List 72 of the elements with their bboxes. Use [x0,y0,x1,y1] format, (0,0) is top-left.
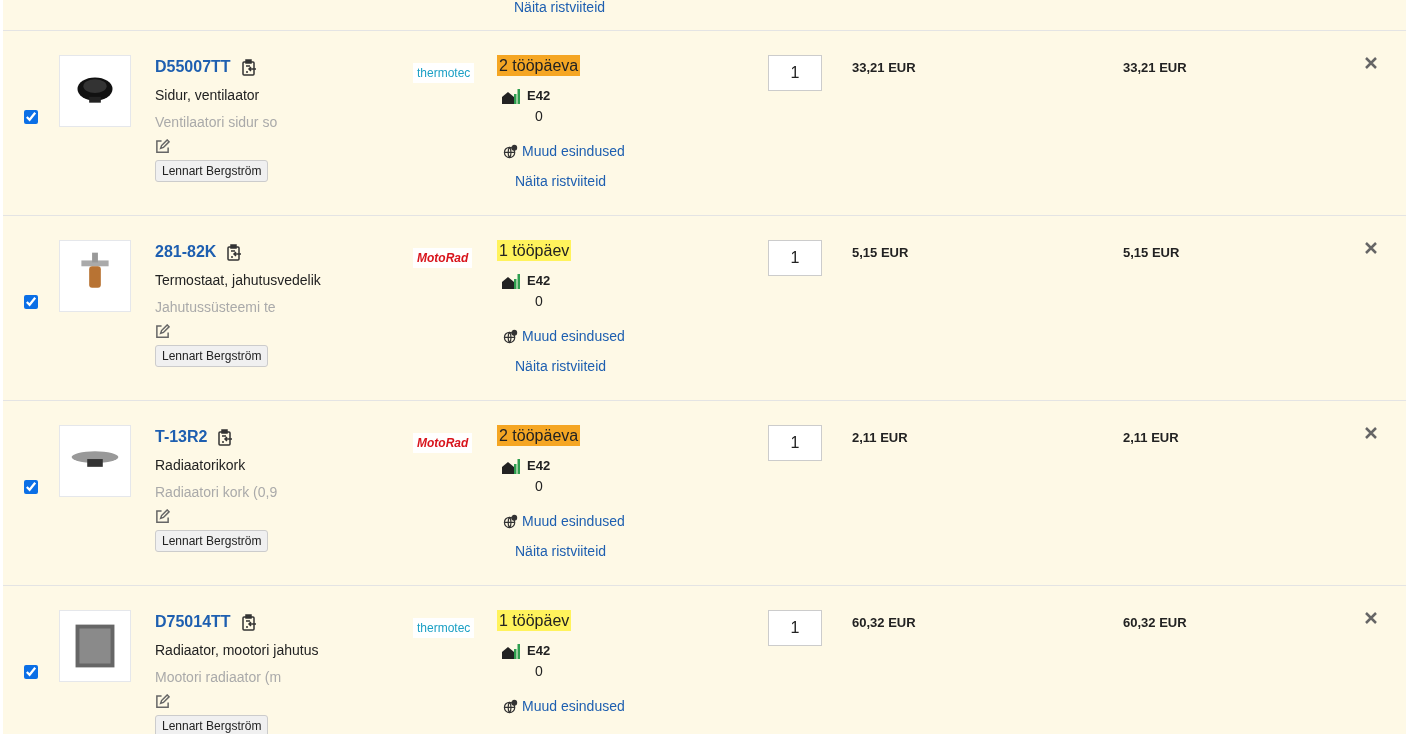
total-price: 33,21 EUR [1123,59,1188,77]
delivery-time-badge: 2 tööpäeva [497,425,581,446]
cross-reference-link[interactable]: Näita ristviiteid [515,540,607,562]
user-tag: Lennart Bergström [155,715,269,734]
quantity-field[interactable]: 1 [768,240,822,276]
total-price: 60,32 EUR [1123,614,1188,632]
cross-reference-link[interactable]: Näita ristviiteid [515,170,607,192]
warehouse-stock-icon [501,642,521,659]
edit-icon[interactable] [155,694,170,709]
warehouse-code: E42 [527,87,551,105]
row-checkbox[interactable] [24,295,38,309]
warehouse-stock-icon [501,272,521,289]
part-description: Mootori radiaator (m [155,668,282,687]
globe-pin-icon [503,513,518,529]
user-tag: Lennart Bergström [155,530,269,552]
stock-quantity: 0 [535,106,543,126]
warehouse-stock-icon [501,87,521,104]
user-tag: Lennart Bergström [155,345,269,367]
warehouse-code: E42 [527,457,551,475]
part-description: Jahutussüsteemi te [155,298,276,317]
clipboard-icon[interactable] [226,243,243,261]
total-price: 5,15 EUR [1123,244,1181,262]
delivery-time-badge: 1 tööpäev [497,240,572,261]
stock-quantity: 0 [535,661,543,681]
warehouse-stock-icon [501,457,521,474]
quantity-field[interactable]: 1 [768,425,822,461]
part-number-link[interactable]: D75014TT [155,610,231,634]
part-number-link[interactable]: 281-82K [155,240,217,264]
row-checkbox[interactable] [24,665,38,679]
unit-price: 2,11 EUR [852,429,909,447]
brand-logo: MotoRad [413,248,473,268]
unit-price: 5,15 EUR [852,244,910,262]
brand-logo: thermotec [413,63,475,83]
quantity-field[interactable]: 1 [768,610,822,646]
other-branches-link[interactable]: Muud esindused [522,695,625,717]
warehouse-code: E42 [527,272,551,290]
part-name: Termostaat, jahutusvedelik [155,271,321,290]
edit-icon[interactable] [155,324,170,339]
stock-quantity: 0 [535,291,543,311]
clipboard-icon[interactable] [240,613,257,631]
clipboard-icon[interactable] [217,428,234,446]
delivery-time-badge: 1 tööpäev [497,610,572,631]
unit-price: 33,21 EUR [852,59,917,77]
globe-pin-icon [503,698,518,714]
other-branches-link[interactable]: Muud esindused [522,325,625,347]
other-branches-link[interactable]: Muud esindused [522,140,625,162]
row-checkbox[interactable] [24,110,38,124]
row-checkbox[interactable] [24,480,38,494]
globe-pin-icon [503,328,518,344]
cross-reference-link[interactable]: Näita ristviiteid [514,0,606,14]
part-name: Radiaatorikork [155,456,246,475]
user-tag: Lennart Bergström [155,160,269,182]
quantity-field[interactable]: 1 [768,55,822,91]
edit-icon[interactable] [155,509,170,524]
part-number-link[interactable]: D55007TT [155,55,231,79]
clipboard-icon[interactable] [240,58,257,76]
cross-reference-link[interactable]: Näita ristviiteid [515,355,607,377]
part-description: Radiaatori kork (0,9 [155,483,278,502]
edit-icon[interactable] [155,139,170,154]
brand-logo: MotoRad [413,433,473,453]
stock-quantity: 0 [535,476,543,496]
part-description: Ventilaatori sidur so [155,113,278,132]
delivery-time-badge: 2 tööpäeva [497,55,581,76]
other-branches-link[interactable]: Muud esindused [522,510,625,532]
brand-logo: thermotec [413,618,475,638]
part-number-link[interactable]: T-13R2 [155,425,208,449]
globe-pin-icon [503,143,518,159]
part-name: Radiaator, mootori jahutus [155,641,319,660]
part-name: Sidur, ventilaator [155,86,260,105]
unit-price: 60,32 EUR [852,614,917,632]
total-price: 2,11 EUR [1123,429,1180,447]
warehouse-code: E42 [527,642,551,660]
